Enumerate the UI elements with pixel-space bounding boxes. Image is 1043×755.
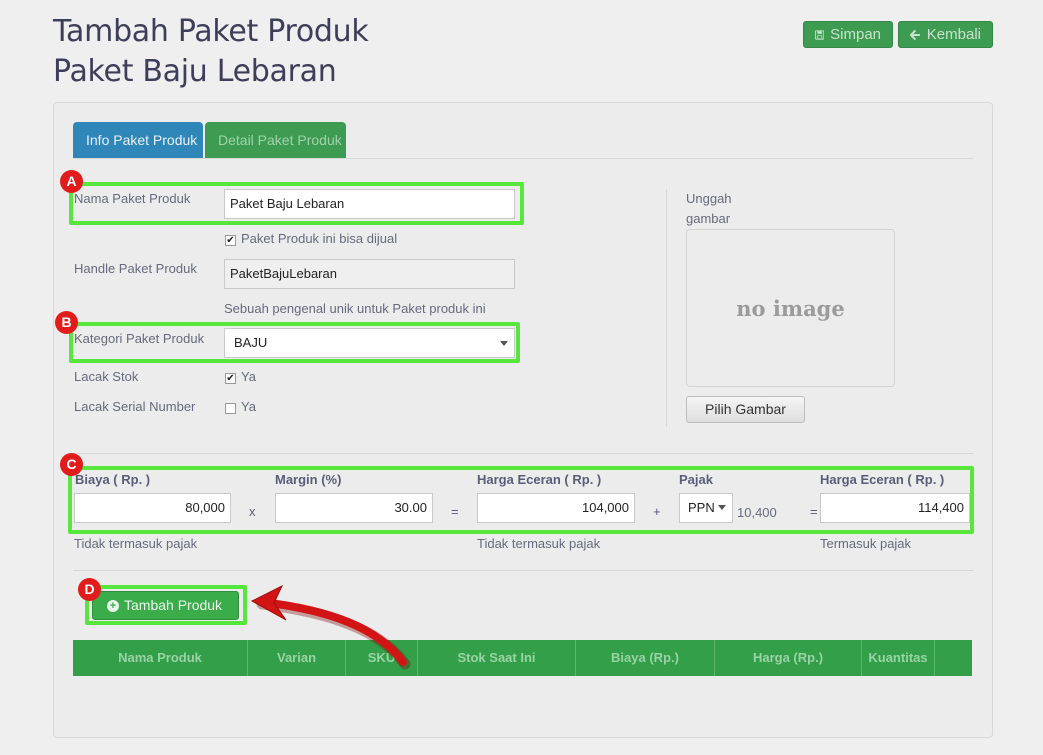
track-serial-option: Ya (241, 399, 256, 414)
retail-price-tax-label: Harga Eceran ( Rp. ) (820, 472, 945, 487)
retail-price-hint: Tidak termasuk pajak (477, 536, 601, 551)
tax-chevron-down-icon (718, 505, 726, 510)
track-serial-checkbox[interactable] (225, 403, 236, 414)
upload-label-line-1: Unggah (686, 191, 732, 206)
col-stok-saat-ini: Stok Saat Ini (418, 640, 576, 676)
annotation-badge-a: A (60, 170, 83, 193)
section-divider-1 (73, 453, 973, 454)
margin-label: Margin (%) (275, 472, 342, 487)
back-button-label: Kembali (926, 26, 981, 43)
tax-label: Pajak (679, 472, 713, 487)
col-harga: Harga (Rp.) (715, 640, 862, 676)
save-button[interactable]: Simpan (803, 21, 893, 48)
equals-operator-2: = (810, 504, 818, 519)
equals-operator-1: = (451, 504, 459, 519)
category-select-value: BAJU (234, 335, 268, 350)
column-divider (666, 189, 667, 427)
product-table-header: Nama Produk Varian SKU Stok Saat Ini Bia… (73, 640, 972, 676)
retail-price-label: Harga Eceran ( Rp. ) (477, 472, 602, 487)
cost-hint: Tidak termasuk pajak (74, 536, 198, 551)
cost-label: Biaya ( Rp. ) (75, 472, 151, 487)
sellable-label: Paket Produk ini bisa dijual (241, 231, 398, 246)
page-title-line-1: Tambah Paket Produk (53, 14, 369, 49)
handle-input[interactable]: PaketBajuLebaran (224, 259, 515, 289)
col-actions (935, 640, 972, 676)
annotation-badge-c: C (60, 453, 83, 476)
save-button-label: Simpan (830, 26, 881, 43)
tab-detail-paket-produk[interactable]: Detail Paket Produk (205, 122, 346, 158)
col-sku: SKU (346, 640, 418, 676)
add-product-button[interactable]: + Tambah Produk (92, 591, 239, 620)
tab-divider (73, 158, 973, 159)
plus-operator: + (653, 504, 661, 519)
image-placeholder: no image (686, 229, 895, 387)
annotation-badge-b: B (55, 311, 78, 334)
track-stock-checkbox[interactable]: ✔ (225, 373, 236, 384)
handle-label: Handle Paket Produk (74, 261, 197, 276)
no-image-text: no image (736, 295, 845, 321)
page-title: Tambah Paket Produk Paket Baju Lebaran (53, 12, 369, 92)
name-input[interactable]: Paket Baju Lebaran (224, 189, 515, 219)
tax-amount: 10,400 (737, 505, 777, 520)
retail-price-input[interactable]: 104,000 (477, 493, 635, 523)
section-divider-2 (73, 570, 973, 571)
plus-circle-icon: + (107, 599, 119, 612)
name-label: Nama Paket Produk (74, 191, 191, 206)
retail-price-tax-input[interactable]: 114,400 (820, 493, 970, 523)
col-biaya: Biaya (Rp.) (576, 640, 715, 676)
chevron-down-icon (500, 341, 508, 346)
annotation-badge-d: D (78, 578, 101, 601)
track-stock-label: Lacak Stok (74, 369, 139, 384)
upload-label-line-2: gambar (686, 211, 731, 226)
page-title-line-2: Paket Baju Lebaran (53, 54, 337, 89)
category-label: Kategori Paket Produk (74, 331, 205, 346)
arrow-left-icon (910, 29, 920, 40)
cost-input[interactable]: 80,000 (74, 493, 231, 523)
track-serial-label: Lacak Serial Number (74, 399, 196, 414)
track-stock-option: Ya (241, 369, 256, 384)
choose-image-button[interactable]: Pilih Gambar (686, 396, 805, 423)
col-varian: Varian (248, 640, 346, 676)
sellable-checkbox[interactable]: ✔ (225, 235, 236, 246)
tax-select-value: PPN (688, 500, 715, 515)
floppy-disk-icon (815, 29, 825, 40)
add-product-button-label: Tambah Produk (124, 597, 223, 613)
multiply-operator: x (249, 504, 256, 519)
retail-price-tax-hint: Termasuk pajak (820, 536, 912, 551)
tab-info-paket-produk[interactable]: Info Paket Produk (73, 122, 203, 158)
col-nama-produk: Nama Produk (73, 640, 248, 676)
col-kuantitas: Kuantitas (862, 640, 935, 676)
category-select[interactable]: BAJU (224, 328, 515, 358)
margin-input[interactable]: 30.00 (275, 493, 433, 523)
back-button[interactable]: Kembali (898, 21, 993, 48)
handle-hint: Sebuah pengenal unik untuk Paket produk … (224, 301, 486, 316)
